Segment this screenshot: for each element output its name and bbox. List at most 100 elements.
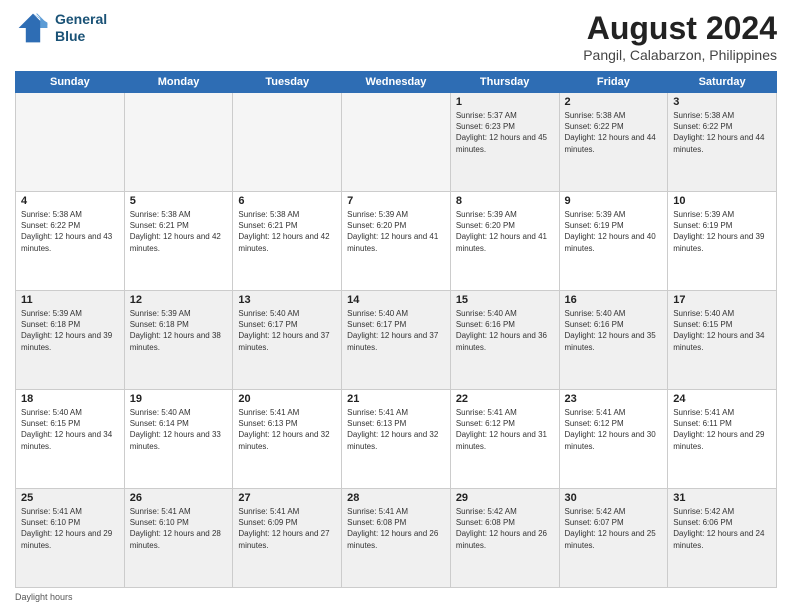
day-info: Sunrise: 5:37 AMSunset: 6:23 PMDaylight:… xyxy=(456,110,554,155)
calendar-cell: 31 Sunrise: 5:42 AMSunset: 6:06 PMDayligh… xyxy=(668,489,777,588)
day-info: Sunrise: 5:41 AMSunset: 6:13 PMDaylight:… xyxy=(347,407,445,452)
day-info: Sunrise: 5:39 AMSunset: 6:20 PMDaylight:… xyxy=(456,209,554,254)
calendar-cell: 8Sunrise: 5:39 AMSunset: 6:20 PMDaylight… xyxy=(450,192,559,291)
calendar-cell xyxy=(233,93,342,192)
day-number: 14 xyxy=(347,294,445,306)
day-info: Sunrise: 5:40 AMSunset: 6:14 PMDaylight:… xyxy=(130,407,228,452)
day-number: 9 xyxy=(565,195,663,207)
day-info: Sunrise: 5:38 AMSunset: 6:21 PMDaylight:… xyxy=(130,209,228,254)
day-header-sunday: Sunday xyxy=(16,72,125,93)
day-number: 31 xyxy=(673,492,771,504)
day-number: 17 xyxy=(673,294,771,306)
calendar-cell: 4 Sunrise: 5:38 AMSunset: 6:22 PMDaylight… xyxy=(16,192,125,291)
calendar-cell: 28Sunrise: 5:41 AMSunset: 6:08 PMDayligh… xyxy=(342,489,451,588)
calendar-cell: 25Sunrise: 5:41 AMSunset: 6:10 PMDayligh… xyxy=(16,489,125,588)
day-number: 13 xyxy=(238,294,336,306)
day-number: 28 xyxy=(347,492,445,504)
footer-note: Daylight hours xyxy=(15,592,777,602)
day-number: 12 xyxy=(130,294,228,306)
calendar-cell: 13 Sunrise: 5:40 AMSunset: 6:17 PMDayligh… xyxy=(233,291,342,390)
calendar-cell: 21 Sunrise: 5:41 AMSunset: 6:13 PMDayligh… xyxy=(342,390,451,489)
day-header-wednesday: Wednesday xyxy=(342,72,451,93)
calendar-cell: 27 Sunrise: 5:41 AMSunset: 6:09 PMDayligh… xyxy=(233,489,342,588)
day-info: Sunrise: 5:42 AMSunset: 6:06 PMDaylight:… xyxy=(673,506,771,551)
day-header-monday: Monday xyxy=(124,72,233,93)
day-info: Sunrise: 5:40 AMSunset: 6:16 PMDaylight:… xyxy=(565,308,663,353)
calendar-table: SundayMondayTuesdayWednesdayThursdayFrid… xyxy=(15,71,777,588)
calendar-cell: 24 Sunrise: 5:41 AMSunset: 6:11 PMDayligh… xyxy=(668,390,777,489)
calendar-cell: 6 Sunrise: 5:38 AMSunset: 6:21 PMDaylight… xyxy=(233,192,342,291)
day-info: Sunrise: 5:40 AMSunset: 6:15 PMDaylight:… xyxy=(21,407,119,452)
day-info: Sunrise: 5:38 AMSunset: 6:22 PMDaylight:… xyxy=(565,110,663,155)
day-number: 29 xyxy=(456,492,554,504)
header: General Blue August 2024 Pangil, Calabar… xyxy=(15,10,777,63)
calendar-week-3: 18 Sunrise: 5:40 AMSunset: 6:15 PMDayligh… xyxy=(16,390,777,489)
day-number: 15 xyxy=(456,294,554,306)
day-number: 5 xyxy=(130,195,228,207)
calendar-cell: 14 Sunrise: 5:40 AMSunset: 6:17 PMDayligh… xyxy=(342,291,451,390)
calendar-cell: 20Sunrise: 5:41 AMSunset: 6:13 PMDayligh… xyxy=(233,390,342,489)
calendar-cell xyxy=(342,93,451,192)
day-header-thursday: Thursday xyxy=(450,72,559,93)
calendar-cell xyxy=(124,93,233,192)
day-number: 6 xyxy=(238,195,336,207)
calendar-cell: 18 Sunrise: 5:40 AMSunset: 6:15 PMDayligh… xyxy=(16,390,125,489)
day-number: 24 xyxy=(673,393,771,405)
day-number: 18 xyxy=(21,393,119,405)
calendar-cell: 23Sunrise: 5:41 AMSunset: 6:12 PMDayligh… xyxy=(559,390,668,489)
day-info: Sunrise: 5:39 AMSunset: 6:19 PMDaylight:… xyxy=(673,209,771,254)
day-number: 21 xyxy=(347,393,445,405)
day-number: 11 xyxy=(21,294,119,306)
day-info: Sunrise: 5:38 AMSunset: 6:22 PMDaylight:… xyxy=(673,110,771,155)
day-info: Sunrise: 5:41 AMSunset: 6:11 PMDaylight:… xyxy=(673,407,771,452)
calendar-week-2: 11 Sunrise: 5:39 AMSunset: 6:18 PMDayligh… xyxy=(16,291,777,390)
day-info: Sunrise: 5:38 AMSunset: 6:21 PMDaylight:… xyxy=(238,209,336,254)
day-header-friday: Friday xyxy=(559,72,668,93)
calendar-cell: 16 Sunrise: 5:40 AMSunset: 6:16 PMDayligh… xyxy=(559,291,668,390)
day-info: Sunrise: 5:40 AMSunset: 6:17 PMDaylight:… xyxy=(347,308,445,353)
calendar-cell: 3 Sunrise: 5:38 AMSunset: 6:22 PMDaylight… xyxy=(668,93,777,192)
day-info: Sunrise: 5:39 AMSunset: 6:19 PMDaylight:… xyxy=(565,209,663,254)
calendar-cell xyxy=(16,93,125,192)
day-info: Sunrise: 5:42 AMSunset: 6:07 PMDaylight:… xyxy=(565,506,663,551)
subtitle: Pangil, Calabarzon, Philippines xyxy=(583,47,777,63)
day-number: 1 xyxy=(456,96,554,108)
day-info: Sunrise: 5:41 AMSunset: 6:12 PMDaylight:… xyxy=(456,407,554,452)
calendar-cell: 2Sunrise: 5:38 AMSunset: 6:22 PMDaylight… xyxy=(559,93,668,192)
calendar-cell: 22 Sunrise: 5:41 AMSunset: 6:12 PMDayligh… xyxy=(450,390,559,489)
day-info: Sunrise: 5:41 AMSunset: 6:09 PMDaylight:… xyxy=(238,506,336,551)
day-number: 25 xyxy=(21,492,119,504)
calendar-cell: 19 Sunrise: 5:40 AMSunset: 6:14 PMDayligh… xyxy=(124,390,233,489)
day-info: Sunrise: 5:40 AMSunset: 6:15 PMDaylight:… xyxy=(673,308,771,353)
calendar-cell: 12 Sunrise: 5:39 AMSunset: 6:18 PMDayligh… xyxy=(124,291,233,390)
logo-icon xyxy=(15,10,51,46)
calendar-cell: 10Sunrise: 5:39 AMSunset: 6:19 PMDayligh… xyxy=(668,192,777,291)
day-info: Sunrise: 5:39 AMSunset: 6:20 PMDaylight:… xyxy=(347,209,445,254)
day-number: 27 xyxy=(238,492,336,504)
calendar-week-0: 1 Sunrise: 5:37 AMSunset: 6:23 PMDaylight… xyxy=(16,93,777,192)
day-number: 3 xyxy=(673,96,771,108)
day-info: Sunrise: 5:41 AMSunset: 6:13 PMDaylight:… xyxy=(238,407,336,452)
day-number: 4 xyxy=(21,195,119,207)
day-number: 16 xyxy=(565,294,663,306)
calendar-cell: 29Sunrise: 5:42 AMSunset: 6:08 PMDayligh… xyxy=(450,489,559,588)
calendar-week-1: 4 Sunrise: 5:38 AMSunset: 6:22 PMDaylight… xyxy=(16,192,777,291)
day-header-saturday: Saturday xyxy=(668,72,777,93)
day-info: Sunrise: 5:40 AMSunset: 6:16 PMDaylight:… xyxy=(456,308,554,353)
calendar-cell: 9 Sunrise: 5:39 AMSunset: 6:19 PMDaylight… xyxy=(559,192,668,291)
day-info: Sunrise: 5:38 AMSunset: 6:22 PMDaylight:… xyxy=(21,209,119,254)
day-info: Sunrise: 5:41 AMSunset: 6:10 PMDaylight:… xyxy=(130,506,228,551)
day-number: 19 xyxy=(130,393,228,405)
day-info: Sunrise: 5:39 AMSunset: 6:18 PMDaylight:… xyxy=(130,308,228,353)
calendar-week-4: 25 Sunrise: 5:41 AMSunset: 6:10 PMDayligh… xyxy=(16,489,777,588)
day-info: Sunrise: 5:39 AMSunset: 6:18 PMDaylight:… xyxy=(21,308,119,353)
day-number: 23 xyxy=(565,393,663,405)
calendar-cell: 7Sunrise: 5:39 AMSunset: 6:20 PMDaylight… xyxy=(342,192,451,291)
day-info: Sunrise: 5:40 AMSunset: 6:17 PMDaylight:… xyxy=(238,308,336,353)
main-title: August 2024 xyxy=(583,10,777,47)
day-number: 22 xyxy=(456,393,554,405)
calendar-cell: 1 Sunrise: 5:37 AMSunset: 6:23 PMDaylight… xyxy=(450,93,559,192)
calendar-cell: 5 Sunrise: 5:38 AMSunset: 6:21 PMDaylight… xyxy=(124,192,233,291)
calendar-cell: 30Sunrise: 5:42 AMSunset: 6:07 PMDayligh… xyxy=(559,489,668,588)
day-number: 26 xyxy=(130,492,228,504)
